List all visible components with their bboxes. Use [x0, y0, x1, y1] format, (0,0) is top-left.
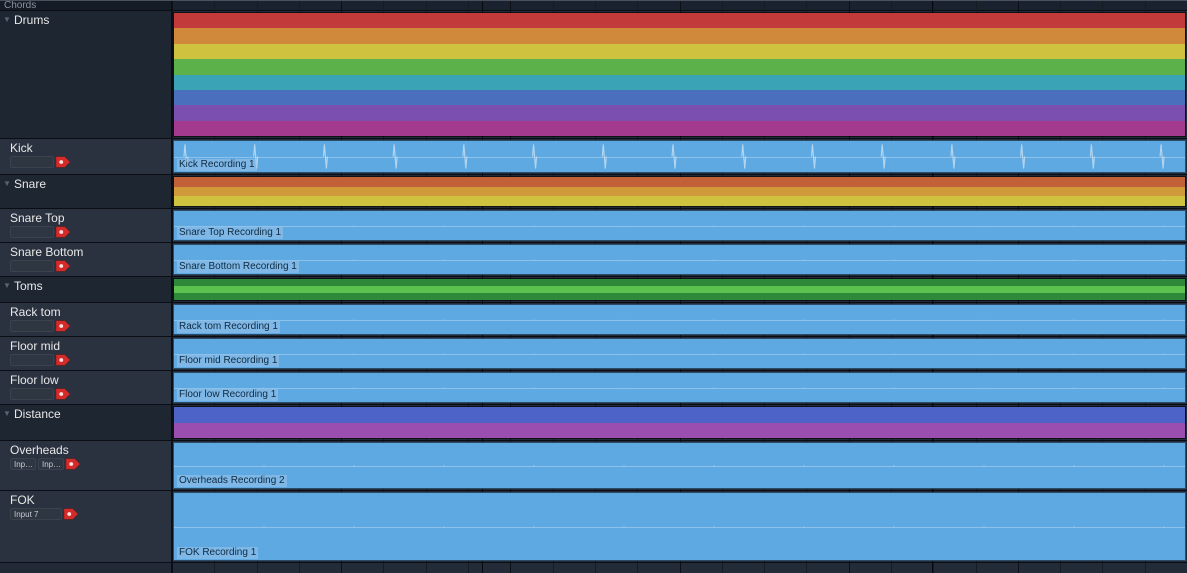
input-label: Inp…: [42, 459, 61, 470]
track-controls: [0, 225, 171, 239]
input-select[interactable]: [10, 388, 54, 400]
track-controls: Input 7: [0, 507, 171, 521]
input-label: Input 7: [14, 509, 38, 520]
chevron-down-icon[interactable]: ▼: [2, 179, 12, 189]
track-name-label: Snare Bottom: [10, 245, 83, 259]
input-select[interactable]: Inp…: [10, 458, 36, 470]
track-name-label: Drums: [14, 13, 49, 27]
track-header-snaretop[interactable]: Snare Top: [0, 209, 171, 243]
daw-arrange-view: Chords ▼DrumsKick ▼SnareSnare Top Snare …: [0, 0, 1187, 573]
input-select[interactable]: [10, 320, 54, 332]
track-header-drums[interactable]: ▼Drums: [0, 11, 171, 139]
track-controls: [0, 319, 171, 333]
track-header-kick[interactable]: Kick: [0, 139, 171, 175]
track-name-label: FOK: [10, 493, 35, 507]
input-select[interactable]: [10, 156, 54, 168]
record-arm-button[interactable]: [56, 226, 70, 238]
track-header-toms[interactable]: ▼Toms: [0, 277, 171, 303]
track-controls: [0, 155, 171, 169]
track-controls: [0, 353, 171, 367]
clip-kick[interactable]: Kick Recording 1: [173, 140, 1186, 173]
clip-snaretop[interactable]: Snare Top Recording 1: [173, 210, 1186, 241]
record-arm-button[interactable]: [56, 320, 70, 332]
track-controls: Inp… Inp…: [0, 457, 171, 471]
clip-racktom[interactable]: Rack tom Recording 1: [173, 304, 1186, 335]
clip-snarebot[interactable]: Snare Bottom Recording 1: [173, 244, 1186, 275]
chevron-down-icon[interactable]: ▼: [2, 281, 12, 291]
chords-lane-stub: [172, 1, 1187, 11]
clip-snare[interactable]: [173, 176, 1186, 207]
clip-overheads[interactable]: Overheads Recording 2: [173, 442, 1186, 489]
clip-distance[interactable]: [173, 406, 1186, 439]
record-arm-button[interactable]: [66, 458, 80, 470]
track-header-overheads[interactable]: Overheads Inp… Inp…: [0, 441, 171, 491]
clip-floorlow[interactable]: Floor low Recording 1: [173, 372, 1186, 403]
lane-floormid[interactable]: Floor mid Recording 1: [172, 337, 1187, 371]
record-arm-button[interactable]: [56, 388, 70, 400]
lane-racktom[interactable]: Rack tom Recording 1: [172, 303, 1187, 337]
track-list-panel: Chords ▼DrumsKick ▼SnareSnare Top Snare …: [0, 1, 172, 573]
track-controls: [0, 387, 171, 401]
lane-kick[interactable]: Kick Recording 1: [172, 139, 1187, 175]
record-arm-button[interactable]: [56, 260, 70, 272]
lane-snaretop[interactable]: Snare Top Recording 1: [172, 209, 1187, 243]
track-header-distance[interactable]: ▼Distance: [0, 405, 171, 441]
clip-drums[interactable]: [173, 12, 1186, 137]
clip-fok[interactable]: FOK Recording 1: [173, 492, 1186, 561]
track-header-snarebot[interactable]: Snare Bottom: [0, 243, 171, 277]
clip-toms[interactable]: [173, 278, 1186, 301]
track-name-label: Floor mid: [10, 339, 60, 353]
track-name-label: Snare: [14, 177, 46, 191]
lane-fok[interactable]: FOK Recording 1: [172, 491, 1187, 563]
track-name-label: Distance: [14, 407, 61, 421]
track-name-label: Rack tom: [10, 305, 61, 319]
lane-floorlow[interactable]: Floor low Recording 1: [172, 371, 1187, 405]
record-arm-button[interactable]: [56, 354, 70, 366]
record-arm-button[interactable]: [56, 156, 70, 168]
lane-toms[interactable]: [172, 277, 1187, 303]
chevron-down-icon[interactable]: ▼: [2, 15, 12, 25]
track-name-label: Overheads: [10, 443, 69, 457]
input-label: Inp…: [14, 459, 33, 470]
track-header-snare[interactable]: ▼Snare: [0, 175, 171, 209]
lane-snarebot[interactable]: Snare Bottom Recording 1: [172, 243, 1187, 277]
lane-distance[interactable]: [172, 405, 1187, 441]
track-controls: [0, 259, 171, 273]
arrange-area[interactable]: Kick Recording 1 Snare Top Recording 1Sna…: [172, 1, 1187, 573]
track-name-label: Floor low: [10, 373, 59, 387]
track-header-fok[interactable]: FOK Input 7: [0, 491, 171, 563]
input-select[interactable]: [10, 226, 54, 238]
track-name-label: Snare Top: [10, 211, 65, 225]
clip-floormid[interactable]: Floor mid Recording 1: [173, 338, 1186, 369]
input-select[interactable]: [10, 354, 54, 366]
track-header-floorlow[interactable]: Floor low: [0, 371, 171, 405]
track-header-floormid[interactable]: Floor mid: [0, 337, 171, 371]
record-arm-button[interactable]: [64, 508, 78, 520]
lane-drums[interactable]: [172, 11, 1187, 139]
chevron-down-icon[interactable]: ▼: [2, 409, 12, 419]
input-select[interactable]: Input 7: [10, 508, 62, 520]
track-name-label: Kick: [10, 141, 33, 155]
lane-snare[interactable]: [172, 175, 1187, 209]
lane-overheads[interactable]: Overheads Recording 2: [172, 441, 1187, 491]
input-select[interactable]: Inp…: [38, 458, 64, 470]
track-header-racktom[interactable]: Rack tom: [0, 303, 171, 337]
track-name-label: Toms: [14, 279, 43, 293]
input-select[interactable]: [10, 260, 54, 272]
chords-track-stub[interactable]: Chords: [0, 1, 171, 11]
